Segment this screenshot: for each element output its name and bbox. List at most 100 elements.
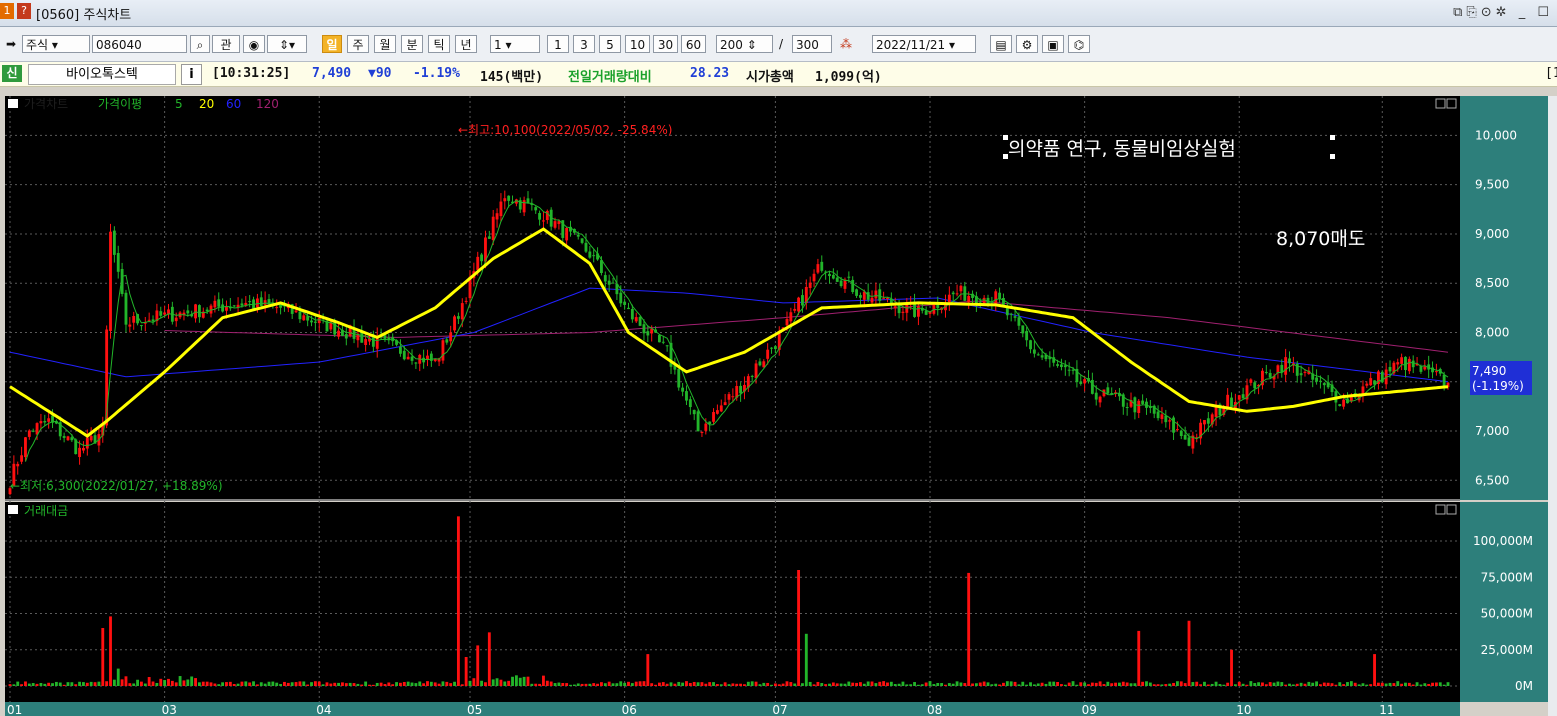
period-minute[interactable]: 분 xyxy=(401,35,423,53)
candle-body xyxy=(1400,357,1404,364)
indicator-icon[interactable]: ⌬ xyxy=(1068,35,1090,53)
period-year[interactable]: 년 xyxy=(455,35,477,53)
period-tick[interactable]: 틱 xyxy=(428,35,450,53)
window-controls[interactable]: ⧉⎘⊙✲ _ ☐ xyxy=(1453,5,1553,20)
gwan-button[interactable]: 관 xyxy=(212,35,240,53)
candle-body xyxy=(1021,325,1025,334)
candle-body xyxy=(685,391,688,401)
high-annotation: ←최고:10,100(2022/05/02, -25.84%) xyxy=(458,123,672,137)
app-number-icon[interactable]: 1 xyxy=(0,3,14,19)
chart-tool-icon[interactable]: ▤ xyxy=(990,35,1012,53)
volume-bar xyxy=(252,681,255,686)
rotate-icon[interactable]: ◉ xyxy=(243,35,265,53)
volume-bar xyxy=(1036,683,1040,686)
period-week[interactable]: 주 xyxy=(347,35,369,53)
settings-dot-icon[interactable]: ⁂ xyxy=(836,35,856,53)
volume-bar xyxy=(773,683,777,686)
period-day[interactable]: 일 xyxy=(322,35,342,53)
updown-icon[interactable]: ⇕▾ xyxy=(267,35,307,53)
volume-panel[interactable] xyxy=(5,502,1460,702)
volume-bar xyxy=(178,676,182,686)
volume-bar xyxy=(611,683,615,686)
candle-body xyxy=(592,255,596,257)
price-panel-toggle-icon[interactable] xyxy=(8,99,18,108)
volume-panel-toggle-icon[interactable] xyxy=(8,505,18,514)
sell-annotation[interactable]: 8,070매도 xyxy=(1276,228,1365,250)
count-stepper[interactable]: 200 ⇕ xyxy=(716,35,773,53)
volume-bar xyxy=(607,681,611,686)
info-right-edge: [1 xyxy=(1545,66,1557,81)
interval-3[interactable]: 3 xyxy=(573,35,595,53)
candle-body xyxy=(600,260,603,273)
volume-bar xyxy=(1373,654,1376,686)
candle-body xyxy=(1002,297,1005,305)
volume-bar xyxy=(116,668,120,686)
help-icon[interactable]: ? xyxy=(17,3,31,19)
legend-ma20: 20 xyxy=(199,97,214,111)
candle-body xyxy=(607,280,611,285)
candle-body xyxy=(1303,371,1307,373)
candle-body xyxy=(642,324,646,334)
interval-5[interactable]: 5 xyxy=(599,35,621,53)
candle-body xyxy=(263,300,267,305)
candle-body xyxy=(174,317,178,322)
volume-bar xyxy=(874,683,878,686)
chart-area[interactable]: 6,5007,0007,5008,0008,5009,0009,50010,00… xyxy=(0,88,1557,716)
volume-bar xyxy=(140,681,143,686)
candle-body xyxy=(1365,383,1369,386)
interval-1[interactable]: 1 xyxy=(547,35,569,53)
right-scrollbar[interactable] xyxy=(1548,96,1557,716)
volume-bar xyxy=(1438,682,1442,686)
volume-bar xyxy=(194,678,197,686)
total-input[interactable]: 300 xyxy=(792,35,832,53)
volume-bar xyxy=(1168,683,1172,686)
volume-bar xyxy=(870,681,874,686)
legend-ma60: 60 xyxy=(226,97,241,111)
volume-bar xyxy=(371,684,375,686)
info-button[interactable]: i xyxy=(181,64,202,85)
stock-name[interactable]: 바이오톡스텍 xyxy=(28,64,176,85)
search-icon[interactable]: ⌕ xyxy=(190,35,210,53)
candle-body xyxy=(619,292,623,304)
candle-body xyxy=(159,311,163,316)
volume-bar xyxy=(124,676,128,686)
candle-body xyxy=(1434,371,1438,373)
volume-bar xyxy=(468,680,472,686)
save-icon[interactable]: ▣ xyxy=(1042,35,1064,53)
volume-bar xyxy=(1349,681,1353,686)
market-select[interactable]: 주식 ▾ xyxy=(22,35,90,53)
zoom-tool-icon[interactable]: ⚙ xyxy=(1016,35,1038,53)
volume-bar xyxy=(1291,684,1295,686)
candle-body xyxy=(43,421,47,423)
volume-bar xyxy=(1214,681,1218,686)
memo-annotation[interactable]: 의약품 연구, 동물비임상실험 xyxy=(1008,138,1236,160)
candle-body xyxy=(959,285,963,292)
volume-bar xyxy=(1164,684,1168,686)
interval-10[interactable]: 10 xyxy=(625,35,650,53)
volume-bar xyxy=(1083,682,1087,686)
volume-bar xyxy=(433,682,437,686)
volume-bar xyxy=(886,682,889,686)
candle-body xyxy=(1442,374,1446,386)
interval-60[interactable]: 60 xyxy=(681,35,706,53)
link-icon[interactable]: ➡ xyxy=(2,35,20,53)
volume-bar xyxy=(190,676,194,686)
candle-body xyxy=(1094,392,1098,400)
candle-body xyxy=(1036,354,1040,356)
period-month[interactable]: 월 xyxy=(374,35,396,53)
volume-bar xyxy=(1029,682,1032,686)
unit-select[interactable]: 1 ▾ xyxy=(490,35,540,53)
volume-bar xyxy=(1241,683,1245,686)
interval-30[interactable]: 30 xyxy=(653,35,678,53)
candle-body xyxy=(611,282,615,284)
candle-body xyxy=(1025,330,1029,341)
date-picker[interactable]: 2022/11/21 ▾ xyxy=(872,35,976,53)
candle-body xyxy=(82,447,85,451)
volume-bar xyxy=(1415,682,1419,686)
candle-body xyxy=(603,275,607,282)
candle-body xyxy=(951,292,955,295)
volume-bar xyxy=(39,682,43,686)
volume-bar xyxy=(1172,682,1175,686)
code-input[interactable]: 086040 xyxy=(92,35,187,53)
volume-bar xyxy=(1427,683,1431,686)
